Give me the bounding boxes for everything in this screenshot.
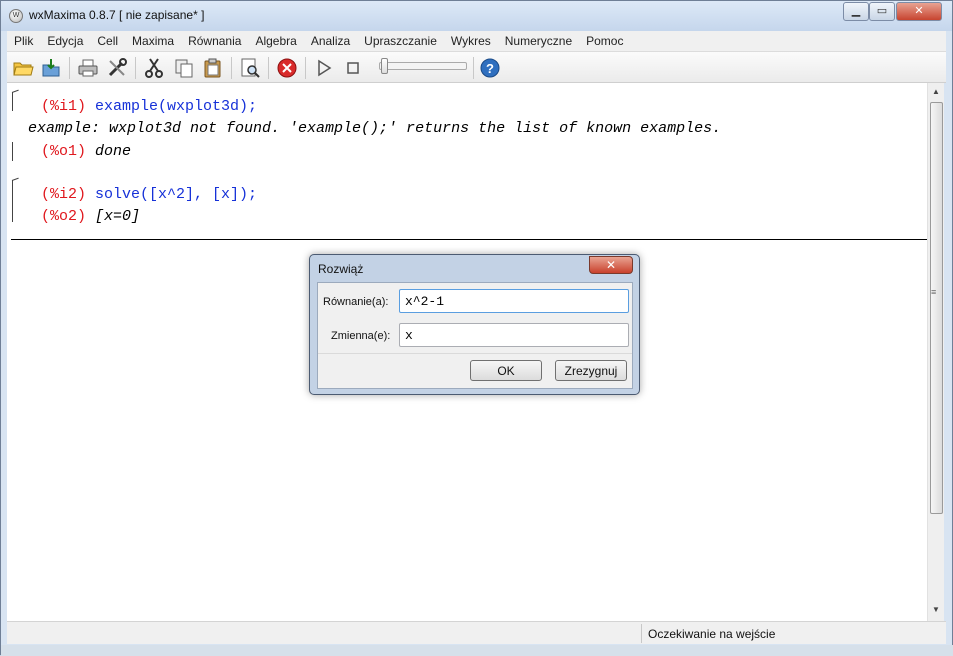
status-bar: Oczekiwanie na wejście (7, 621, 946, 644)
copy-icon[interactable] (172, 56, 196, 80)
menu-plik[interactable]: Plik (7, 34, 40, 48)
stop-icon[interactable] (341, 56, 365, 80)
menu-pomoc[interactable]: Pomoc (579, 34, 630, 48)
menu-wykres[interactable]: Wykres (444, 34, 498, 48)
save-icon[interactable] (39, 56, 63, 80)
solve-dialog: Rozwiąż ✕ Równanie(a): Zmienna(e): OK Zr… (309, 254, 640, 395)
equation-label: Równanie(a): (323, 296, 389, 308)
open-folder-icon[interactable] (11, 56, 35, 80)
animation-slider-handle[interactable] (381, 58, 388, 74)
interrupt-icon[interactable] (275, 56, 299, 80)
input-line-1[interactable]: (%i1) example(wxplot3d); (41, 98, 257, 115)
preferences-icon[interactable] (105, 56, 129, 80)
find-icon[interactable] (238, 56, 262, 80)
insertion-cursor-line (11, 239, 927, 240)
menu-maxima[interactable]: Maxima (125, 34, 181, 48)
dialog-title: Rozwiąż (318, 262, 364, 276)
svg-text:?: ? (486, 61, 494, 76)
cancel-button[interactable]: Zrezygnuj (555, 360, 627, 381)
cell-bracket-2[interactable] (12, 180, 18, 222)
menu-edycja[interactable]: Edycja (40, 34, 90, 48)
error-message: example: wxplot3d not found. 'example();… (28, 120, 722, 137)
paste-icon[interactable] (201, 56, 225, 80)
menu-rownania[interactable]: Równania (181, 34, 248, 48)
scrollbar-grip-icon: ≡ (931, 287, 937, 297)
output-line-1: (%o1) done (41, 143, 131, 160)
status-text: Oczekiwanie na wejście (648, 627, 776, 641)
minimize-button[interactable]: ▁ (843, 2, 869, 21)
cell-bracket-1-output[interactable] (12, 142, 18, 161)
output-line-2: (%o2) [x=0] (41, 208, 140, 225)
toolbar: ? (7, 52, 946, 83)
output-label: (%o2) (41, 208, 87, 225)
input-text[interactable]: example(wxplot3d); (95, 98, 257, 115)
input-text[interactable]: solve([x^2], [x]); (95, 186, 257, 203)
maximize-button[interactable]: ▭ (869, 2, 895, 21)
help-icon[interactable]: ? (478, 56, 502, 80)
input-label: (%i1) (41, 98, 87, 115)
input-line-2[interactable]: (%i2) solve([x^2], [x]); (41, 186, 257, 203)
scroll-up-icon[interactable]: ▲ (931, 87, 941, 96)
variable-label: Zmienna(e): (331, 330, 391, 342)
output-text: done (95, 143, 132, 160)
scroll-down-icon[interactable]: ▼ (931, 605, 941, 614)
menu-algebra[interactable]: Algebra (248, 34, 303, 48)
print-icon[interactable] (76, 56, 100, 80)
menu-numeryczne[interactable]: Numeryczne (498, 34, 579, 48)
output-text: [x=0] (95, 208, 141, 225)
ok-button[interactable]: OK (470, 360, 542, 381)
title-bar: W wxMaxima 0.8.7 [ nie zapisane* ] ▁ ▭ ✕ (1, 1, 952, 31)
scrollbar-thumb[interactable] (930, 102, 943, 514)
window-title: wxMaxima 0.8.7 [ nie zapisane* ] (29, 8, 205, 22)
output-label: (%o1) (41, 143, 87, 160)
menu-analiza[interactable]: Analiza (304, 34, 357, 48)
equation-input[interactable] (399, 289, 629, 313)
play-icon[interactable] (312, 56, 336, 80)
dialog-close-button[interactable]: ✕ (589, 256, 633, 274)
menu-cell[interactable]: Cell (90, 34, 125, 48)
variable-input[interactable] (399, 323, 629, 347)
wxmaxima-app-icon: W (9, 9, 23, 23)
animation-slider-track[interactable] (379, 62, 467, 70)
dialog-body: Równanie(a): Zmienna(e): OK Zrezygnuj (317, 282, 633, 389)
close-button[interactable]: ✕ (896, 2, 942, 21)
cut-icon[interactable] (142, 56, 166, 80)
menu-bar: Plik Edycja Cell Maxima Równania Algebra… (7, 31, 946, 52)
vertical-scrollbar[interactable]: ▲ ≡ ▼ (927, 83, 944, 621)
cell-bracket-1[interactable] (12, 92, 18, 111)
menu-upraszczanie[interactable]: Upraszczanie (357, 34, 444, 48)
input-label: (%i2) (41, 186, 87, 203)
